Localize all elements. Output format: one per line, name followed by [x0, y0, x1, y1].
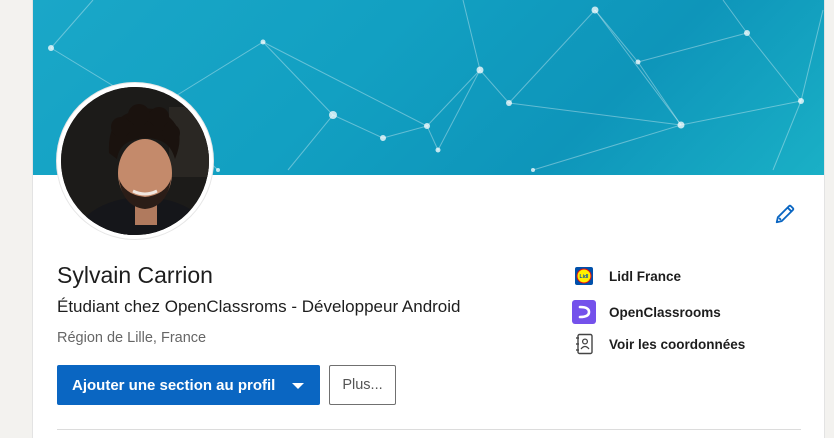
side-link-label: Voir les coordonnées [609, 336, 746, 352]
more-button[interactable]: Plus... [329, 365, 396, 405]
lidl-logo-icon: Lidl [572, 264, 596, 288]
openclassrooms-logo-icon [572, 300, 596, 324]
side-link-label: OpenClassrooms [609, 304, 721, 320]
caret-down-icon [292, 383, 304, 389]
profile-name: Sylvain Carrion [57, 262, 213, 288]
profile-headline: Étudiant chez OpenClassroms - Développeu… [57, 297, 461, 316]
edit-profile-button[interactable] [771, 200, 799, 228]
profile-location: Région de Lille, France [57, 330, 207, 346]
side-link-contact-info[interactable]: Voir les coordonnées [572, 332, 745, 356]
pencil-icon [775, 204, 795, 224]
svg-text:Lidl: Lidl [580, 274, 589, 280]
side-link-lidl[interactable]: Lidl Lidl France [572, 264, 681, 288]
section-divider [57, 429, 801, 430]
add-profile-section-button[interactable]: Ajouter une section au profil [57, 365, 320, 405]
profile-photo-image [61, 87, 209, 235]
profile-photo[interactable] [57, 83, 213, 239]
contact-card-icon [572, 332, 596, 356]
side-link-openclassrooms[interactable]: OpenClassrooms [572, 300, 721, 324]
add-profile-section-label: Ajouter une section au profil [72, 376, 276, 394]
profile-card: Sylvain Carrion Étudiant chez OpenClassr… [32, 0, 825, 438]
side-link-label: Lidl France [609, 268, 682, 284]
